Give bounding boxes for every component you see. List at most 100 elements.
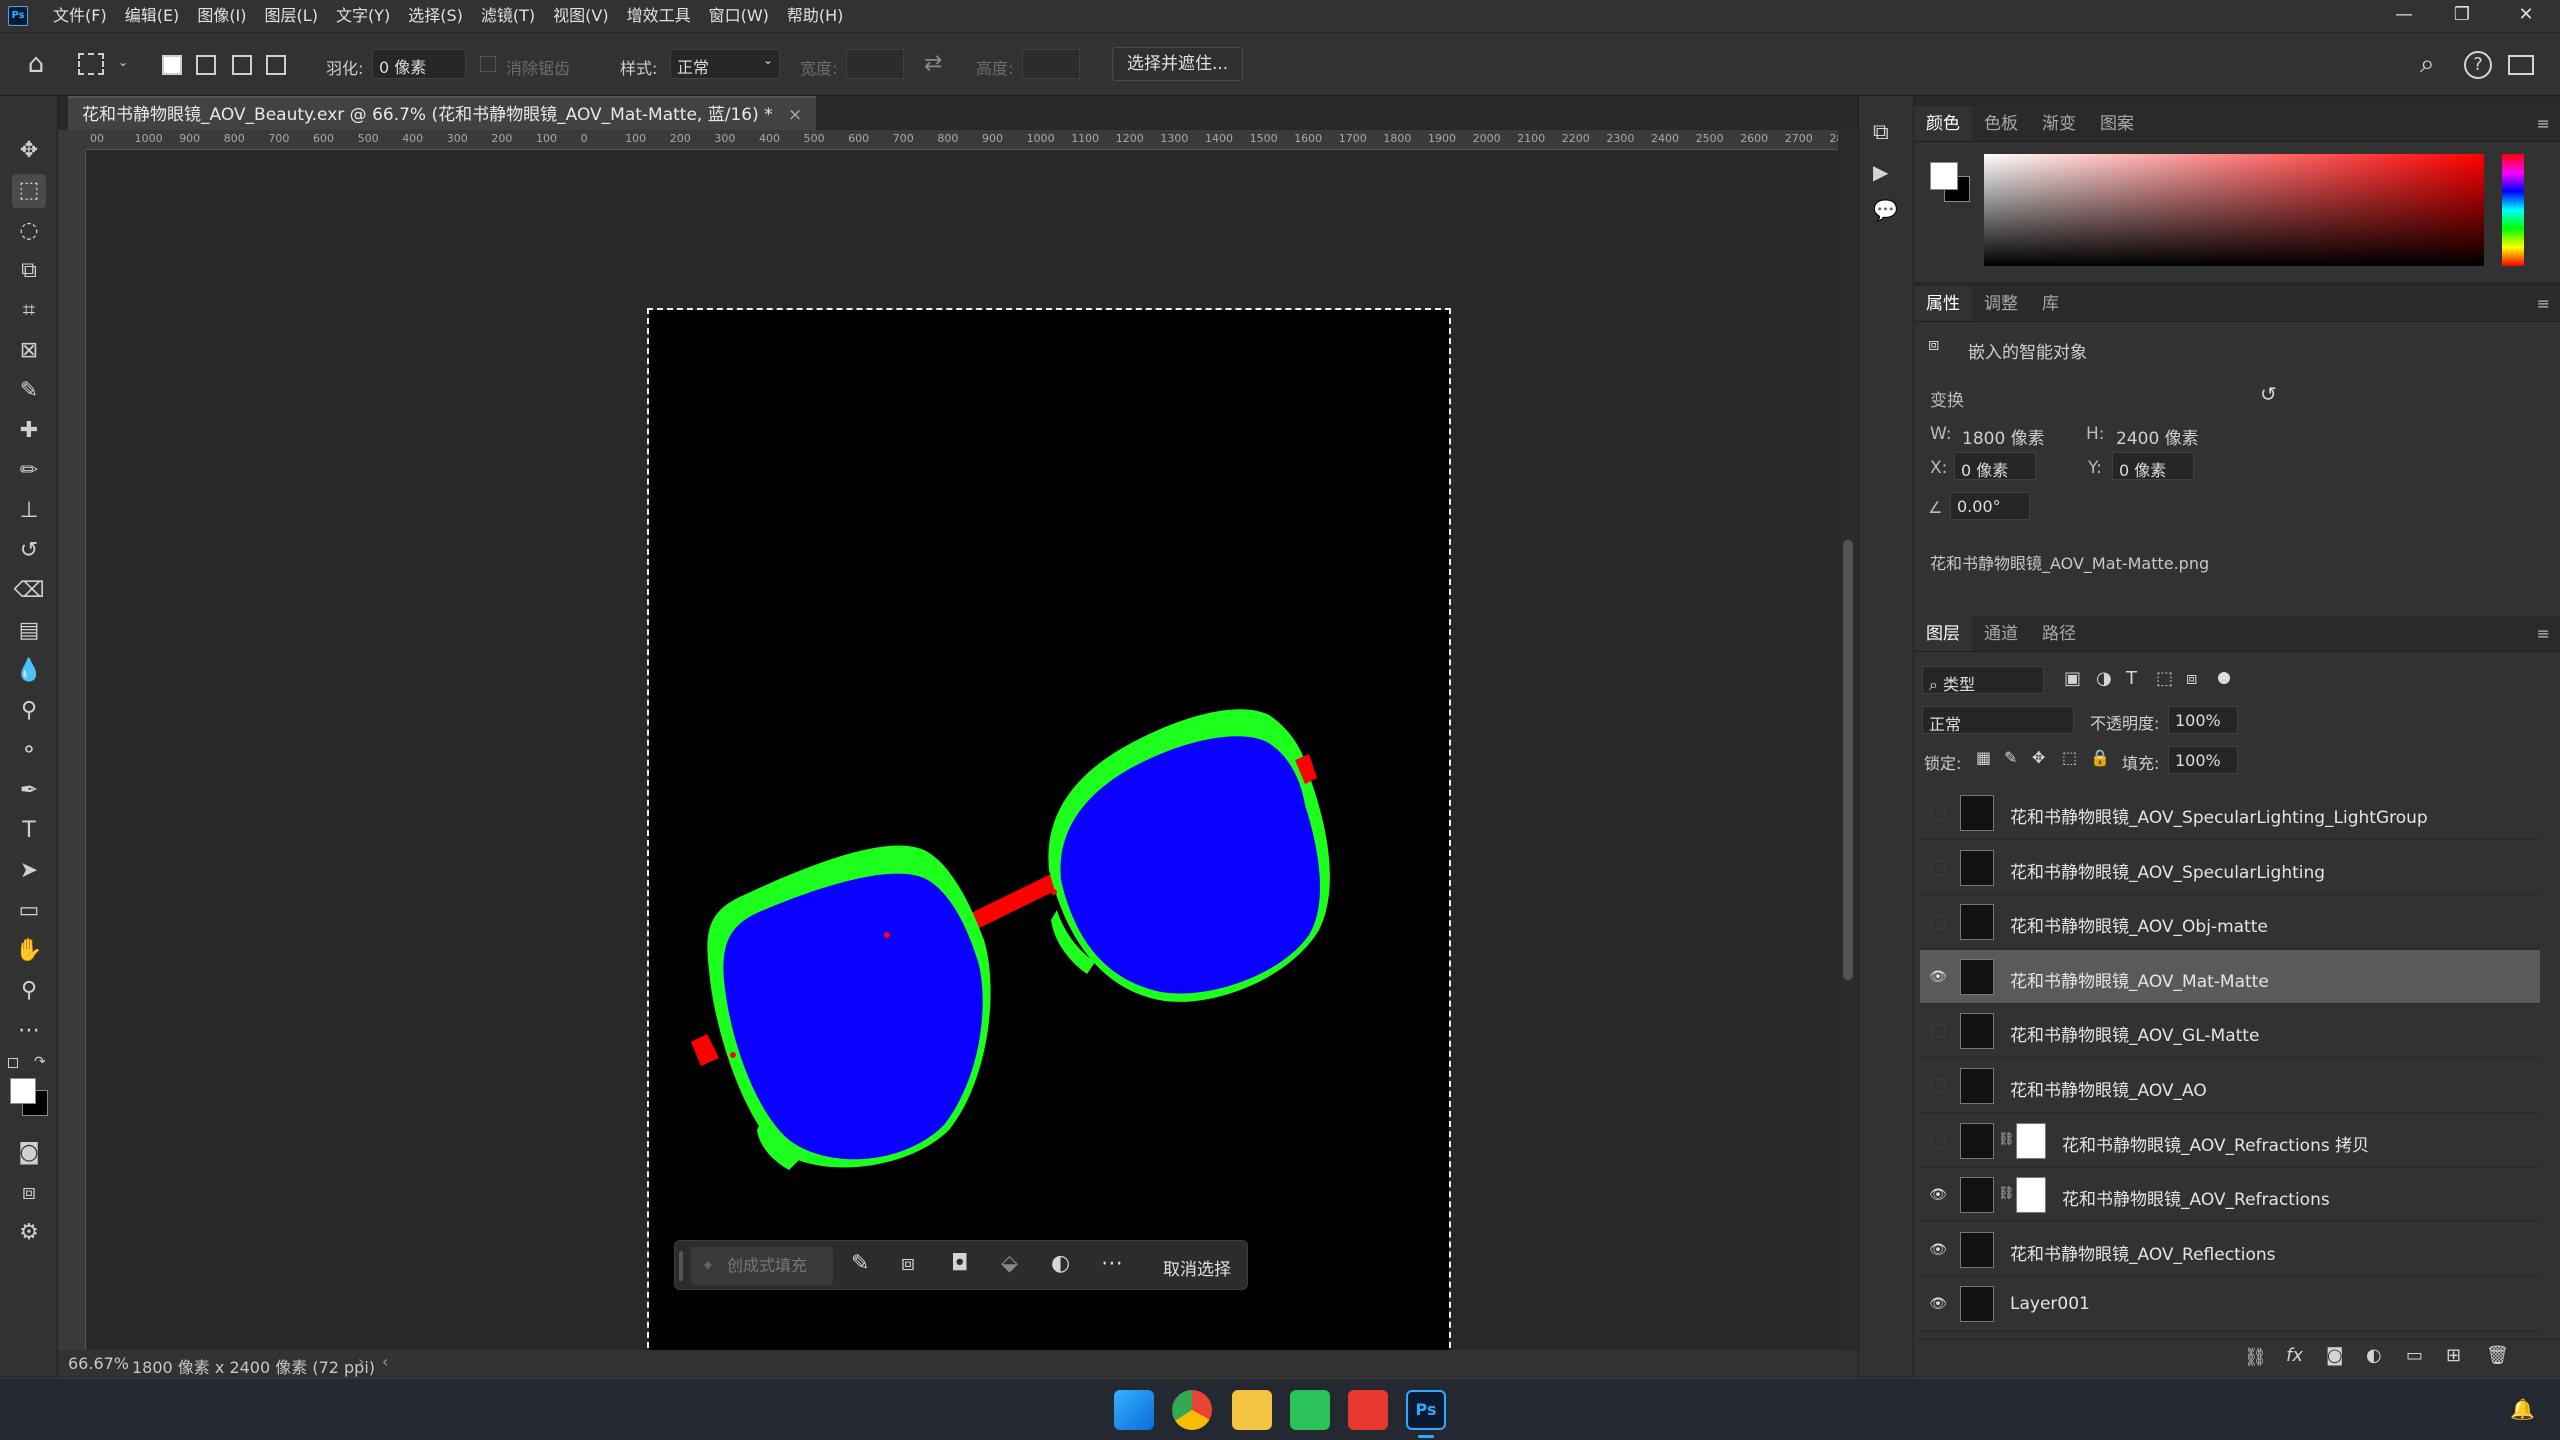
marquee-preset-icon[interactable] [78, 53, 104, 75]
color-fg-swatch[interactable] [1930, 162, 1958, 190]
red-app-icon[interactable] [1348, 1390, 1388, 1430]
blend-mode-select[interactable]: 正常 [1922, 706, 2074, 734]
comments-panel-icon[interactable]: 💬 [1873, 198, 1898, 222]
menu-plugins[interactable]: 增效工具 [618, 0, 700, 32]
layer-thumbnail[interactable] [1960, 904, 1994, 941]
layer-row[interactable]: 花和书静物眼镜_AOV_GL-Matte [1920, 1004, 2540, 1059]
filter-pixel-icon[interactable]: ▣ [2064, 668, 2081, 689]
pen-tool-icon[interactable]: ✒ [12, 774, 46, 808]
type-tool-icon[interactable]: T [12, 814, 46, 848]
minimize-icon[interactable]: — [2376, 0, 2432, 32]
drag-handle[interactable] [679, 1251, 683, 1281]
layer-row[interactable]: 花和书静物眼镜_AOV_Obj-matte [1920, 895, 2540, 950]
panel-menu-icon[interactable]: ≡ [2537, 114, 2550, 133]
hand-tool-icon[interactable]: ✋ [12, 934, 46, 968]
layer-mask-thumbnail[interactable] [2016, 1122, 2046, 1159]
add-selection-icon[interactable] [196, 55, 216, 75]
clone-stamp-tool-icon[interactable]: ⊥ [12, 494, 46, 528]
add-mask-icon[interactable]: ◙ [2326, 1345, 2343, 1366]
layer-filter-select[interactable]: ⌕ 类型 [1922, 666, 2044, 694]
home-icon[interactable]: ⌂ [20, 49, 52, 81]
edit-toolbar-icon[interactable]: ⚙ [12, 1216, 46, 1250]
menu-select[interactable]: 选择(S) [399, 0, 472, 32]
tab-channels[interactable]: 通道 [1972, 616, 2030, 651]
layer-thumbnail[interactable] [1960, 1013, 1994, 1050]
crop-tool-icon[interactable]: ⌗ [12, 294, 46, 328]
chevron-right-icon[interactable]: › [358, 1352, 364, 1371]
opacity-input[interactable]: 100% [2168, 706, 2238, 734]
color-picker-field[interactable] [1984, 154, 2484, 266]
rectangular-marquee-tool-icon[interactable]: ⬚ [12, 174, 46, 208]
layer-thumbnail[interactable] [1960, 1286, 1994, 1323]
tab-adjustments[interactable]: 调整 [1972, 286, 2030, 321]
fx-icon[interactable]: fx [2286, 1345, 2303, 1366]
document-canvas[interactable] [647, 308, 1451, 1378]
chevron-down-icon[interactable]: ⌄ [118, 55, 128, 69]
adjustment-layer-icon[interactable]: ◐ [2366, 1345, 2382, 1366]
layer-row[interactable]: 花和书静物眼镜_AOV_AO [1920, 1059, 2540, 1113]
mask-link-icon[interactable]: ⛓ [1998, 1132, 2015, 1147]
filter-toggle-icon[interactable] [2218, 672, 2230, 684]
gradient-tool-icon[interactable]: ▤ [12, 614, 46, 648]
swap-icon[interactable]: ⇄ [924, 51, 942, 76]
delete-layer-icon[interactable]: 🗑 [2486, 1345, 2509, 1366]
visibility-eye-icon[interactable] [1931, 806, 1945, 820]
lock-transparent-icon[interactable]: ▦ [1976, 748, 1991, 767]
photoshop-logo-icon[interactable]: Ps [8, 6, 28, 26]
filter-type-icon[interactable]: T [2126, 668, 2137, 689]
eyedropper-tool-icon[interactable]: ✎ [12, 374, 46, 408]
tab-patterns[interactable]: 图案 [2088, 106, 2146, 141]
layer-thumbnail[interactable] [1960, 1068, 1994, 1104]
layer-row[interactable]: 👁 花和书静物眼镜_AOV_Reflections [1920, 1223, 2540, 1277]
h-value[interactable]: 2400 像素 [2116, 424, 2199, 449]
visibility-eye-icon[interactable]: 👁 [1928, 967, 1948, 987]
subtract-selection-icon[interactable] [232, 55, 252, 75]
vertical-scrollbar[interactable] [1838, 130, 1858, 1350]
photoshop-taskbar-icon[interactable]: Ps [1406, 1390, 1446, 1430]
filter-adjustment-icon[interactable]: ◑ [2096, 668, 2112, 689]
more-tools-icon[interactable]: ⋯ [12, 1014, 46, 1048]
visibility-eye-icon[interactable] [1931, 1079, 1945, 1093]
close-window-icon[interactable]: ✕ [2498, 0, 2554, 32]
tab-gradients[interactable]: 渐变 [2030, 106, 2088, 141]
lasso-tool-icon[interactable]: ◌ [12, 214, 46, 248]
menu-filter[interactable]: 滤镜(T) [472, 0, 544, 32]
workspace-icon[interactable] [2508, 55, 2534, 75]
quick-mask-icon[interactable]: ◙ [12, 1136, 46, 1170]
new-group-icon[interactable]: ▭ [2406, 1345, 2423, 1366]
tab-color[interactable]: 颜色 [1914, 106, 1972, 141]
layer-mask-thumbnail[interactable] [2016, 1177, 2046, 1214]
layer-row[interactable]: 花和书静物眼镜_AOV_SpecularLighting [1920, 841, 2540, 895]
healing-brush-tool-icon[interactable]: ✚ [12, 414, 46, 448]
chrome-icon[interactable] [1172, 1390, 1212, 1430]
sponge-tool-icon[interactable]: ⚬ [12, 734, 46, 768]
panel-menu-icon[interactable]: ≡ [2537, 294, 2550, 313]
generative-fill-button[interactable]: ✦ 创成式填充 [691, 1247, 833, 1285]
visibility-eye-icon[interactable] [1931, 1024, 1945, 1039]
visibility-eye-icon[interactable] [1931, 860, 1945, 875]
help-icon[interactable]: ? [2464, 51, 2492, 79]
layer-row[interactable]: 花和书静物眼镜_AOV_SpecularLighting_LightGroup [1920, 786, 2540, 840]
vertical-scroll-thumb[interactable] [1843, 540, 1853, 980]
default-colors-icon[interactable] [8, 1058, 18, 1068]
actions-panel-icon[interactable]: ▶ [1873, 160, 1888, 184]
move-tool-icon[interactable]: ✥ [12, 134, 46, 168]
history-panel-icon[interactable]: ⧉ [1873, 120, 1889, 145]
layer-row[interactable]: ⛓ 花和书静物眼镜_AOV_Refractions 拷贝 [1920, 1114, 2540, 1168]
new-layer-icon[interactable]: ⊞ [2446, 1345, 2461, 1366]
layer-row[interactable]: 👁 Layer001 [1920, 1277, 2540, 1332]
hue-slider[interactable] [2502, 154, 2524, 266]
menu-type[interactable]: 文字(Y) [327, 0, 399, 32]
foreground-color-swatch[interactable] [10, 1078, 36, 1104]
menu-view[interactable]: 视图(V) [544, 0, 617, 32]
visibility-eye-icon[interactable]: 👁 [1928, 1294, 1948, 1314]
menu-help[interactable]: 帮助(H) [778, 0, 853, 32]
tab-layers[interactable]: 图层 [1914, 616, 1972, 651]
layer-thumbnail[interactable] [1960, 795, 1994, 831]
dodge-tool-icon[interactable]: ⚲ [12, 694, 46, 728]
zoom-tool-icon[interactable]: ⚲ [12, 974, 46, 1008]
menu-image[interactable]: 图像(I) [188, 0, 255, 32]
layer-thumbnail[interactable] [1960, 1231, 1994, 1268]
visibility-eye-icon[interactable]: 👁 [1928, 1185, 1948, 1205]
visibility-eye-icon[interactable] [1931, 915, 1945, 930]
